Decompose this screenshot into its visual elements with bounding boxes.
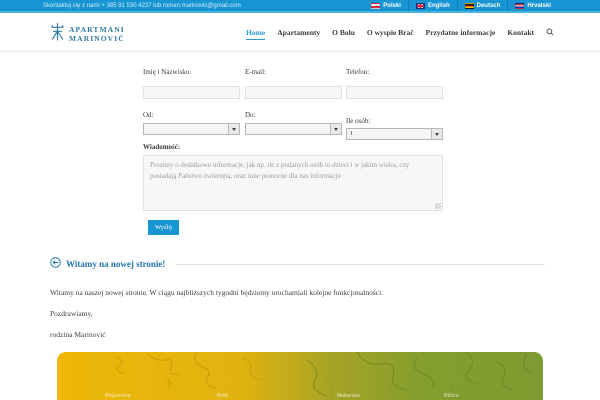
language-polski[interactable]: Polski bbox=[364, 0, 408, 11]
divider bbox=[176, 263, 545, 265]
nav-o-bolu[interactable]: O Bolu bbox=[332, 25, 355, 39]
welcome-paragraph: Witamy na naszej nowej stronie. W ciągu … bbox=[50, 288, 384, 297]
chevron-down-icon bbox=[228, 124, 239, 134]
language-label: Deutsch bbox=[476, 2, 501, 9]
topbar: Skontaktuj się z nami + 385 91 530 4237 … bbox=[0, 0, 600, 13]
email-input[interactable] bbox=[245, 86, 342, 99]
phone-input[interactable] bbox=[346, 86, 443, 99]
language-hrvatski[interactable]: Hrvatski bbox=[507, 0, 558, 11]
nav-przydatne-informacje[interactable]: Przydatne informacje bbox=[426, 25, 496, 39]
date-to-select[interactable] bbox=[245, 123, 342, 135]
date-from-label: Od: bbox=[143, 111, 154, 119]
welcome-title: Witamy na nowej stronie! bbox=[66, 259, 166, 269]
welcome-regards: Pozdrawiamy, bbox=[50, 309, 93, 318]
page: Skontaktuj się z nami + 385 91 530 4237 … bbox=[0, 0, 600, 400]
map-label: Rogoznica bbox=[105, 393, 131, 399]
nav-o-wyspie-brac[interactable]: O wyspie Brač bbox=[367, 25, 414, 39]
search-icon[interactable] bbox=[546, 28, 554, 36]
chevron-down-icon bbox=[330, 124, 341, 134]
language-deutsch[interactable]: Deutsch bbox=[456, 0, 508, 11]
language-english[interactable]: English bbox=[407, 0, 457, 11]
submit-button[interactable]: Wyślij bbox=[148, 220, 179, 235]
main-nav: Home Apartamenty O Bolu O wyspie Brač Pr… bbox=[246, 13, 554, 51]
persons-select[interactable]: 1 bbox=[346, 128, 443, 140]
site-logo[interactable]: APARTMANI MARINOVIĆ bbox=[50, 22, 125, 46]
chevron-down-icon bbox=[431, 129, 442, 139]
site-header: APARTMANI MARINOVIĆ Home Apartamenty O B… bbox=[0, 13, 600, 52]
phone-label: Telefon: bbox=[346, 68, 370, 76]
reply-arrow-icon bbox=[50, 255, 61, 273]
persons-value: 1 bbox=[350, 130, 354, 137]
date-to-label: Do: bbox=[245, 111, 256, 119]
nav-apartamenty[interactable]: Apartamenty bbox=[277, 25, 320, 39]
flag-poland-icon bbox=[371, 2, 381, 9]
language-switcher: Polski English Deutsch Hrvatski bbox=[364, 0, 558, 11]
map-label: Makarska bbox=[337, 393, 360, 399]
nav-kontakt[interactable]: Kontakt bbox=[507, 25, 534, 39]
persons-label: Ile osób: bbox=[346, 117, 371, 125]
message-label: Wiadomość: bbox=[143, 143, 181, 151]
message-placeholder: Prosimy o dodatkowe informacje, jak np. … bbox=[150, 161, 410, 181]
date-from-select[interactable] bbox=[143, 123, 240, 135]
resize-grip-icon[interactable] bbox=[435, 203, 441, 209]
flag-uk-icon bbox=[415, 2, 425, 9]
language-label: Hrvatski bbox=[527, 2, 551, 9]
language-label: Polski bbox=[383, 2, 401, 9]
map-label: Ričice bbox=[444, 393, 459, 399]
name-input[interactable] bbox=[143, 86, 240, 99]
flag-germany-icon bbox=[464, 2, 474, 9]
welcome-section-header: Witamy na nowej stronie! bbox=[50, 255, 545, 273]
logo-anchor-icon bbox=[50, 22, 65, 46]
welcome-signature: rodzina Marinović bbox=[50, 330, 106, 339]
name-label: Imię i Nazwisko: bbox=[143, 68, 192, 76]
message-textarea[interactable]: Prosimy o dodatkowe informacje, jak np. … bbox=[143, 155, 443, 211]
flag-croatia-icon bbox=[515, 2, 525, 9]
language-label: English bbox=[427, 2, 450, 9]
nav-home[interactable]: Home bbox=[246, 25, 266, 40]
terrain-map[interactable]: Rogoznica Brač Makarska Ričice bbox=[57, 352, 543, 400]
map-label: Brač bbox=[217, 393, 229, 399]
logo-text: APARTMANI MARINOVIĆ bbox=[69, 24, 125, 43]
contact-info: Skontaktuj się z nami + 385 91 530 4237 … bbox=[43, 2, 241, 9]
email-label: E-mail: bbox=[245, 68, 266, 76]
